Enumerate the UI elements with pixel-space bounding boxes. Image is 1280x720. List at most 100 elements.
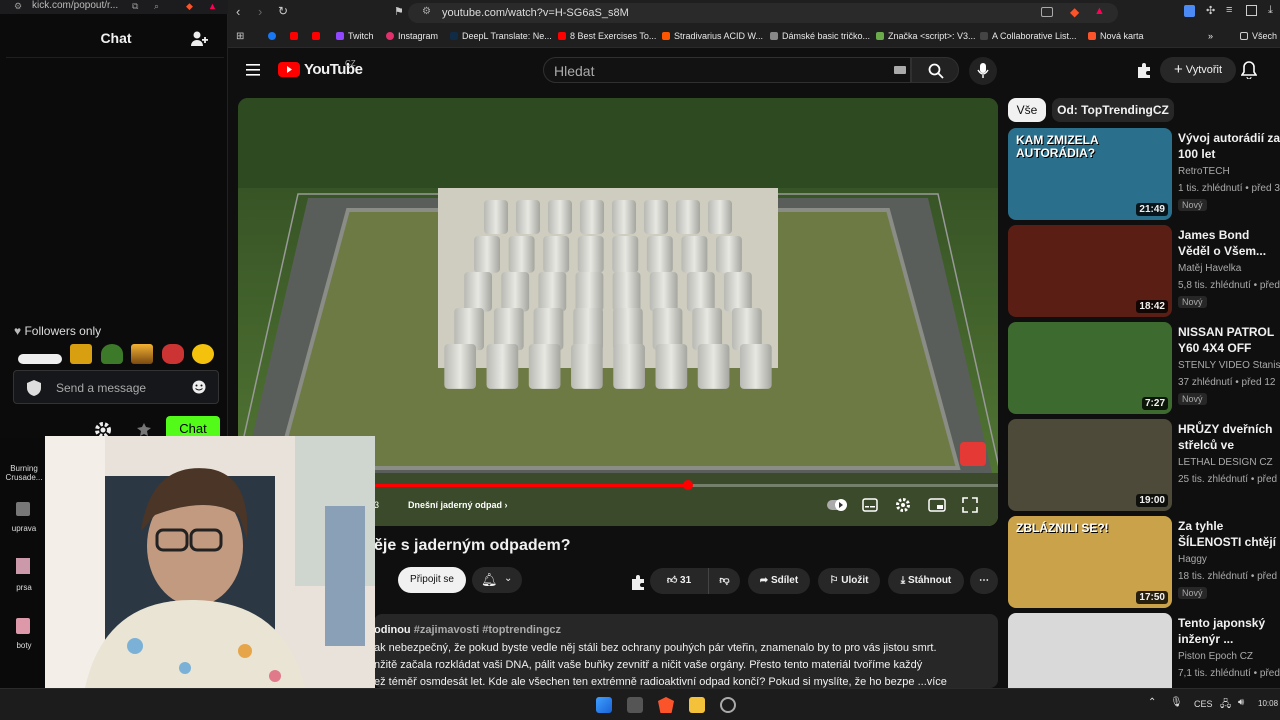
- desktop-file-icon[interactable]: [16, 618, 30, 634]
- like-button[interactable]: 👍︎ 31: [650, 568, 708, 594]
- site-info-icon[interactable]: ⚙: [422, 6, 431, 17]
- sidebar-icon[interactable]: [1246, 5, 1257, 16]
- recommendation-title[interactable]: Za tyhle ŠÍLENOSTI chtějí lidi peníze...…: [1178, 518, 1280, 550]
- emote-sunset[interactable]: [131, 344, 154, 364]
- bookmark-item[interactable]: Twitch: [336, 31, 374, 41]
- emote-turtle[interactable]: [100, 344, 123, 364]
- emote-dino[interactable]: [18, 354, 62, 364]
- obs-icon[interactable]: [720, 697, 736, 713]
- brave-shield-icon[interactable]: ◆: [1070, 5, 1079, 19]
- bookmark-youtube-icon[interactable]: [312, 31, 324, 41]
- brave-browser-icon[interactable]: [658, 697, 674, 713]
- desktop-icon-label[interactable]: boty: [2, 641, 46, 650]
- cast-icon[interactable]: [1041, 7, 1053, 17]
- back-icon[interactable]: ‹: [236, 4, 240, 19]
- apps-icon[interactable]: ⊞: [236, 31, 244, 42]
- chip-from-channel[interactable]: Od: TopTrendingCZ: [1052, 98, 1174, 122]
- recommendation-title[interactable]: Vývoj autorádií za 100 let: [1178, 130, 1280, 162]
- desktop-icon-label[interactable]: uprava: [2, 524, 46, 533]
- extension-puzzle-icon[interactable]: [1136, 62, 1152, 78]
- settings-icon[interactable]: [895, 497, 911, 513]
- emote-pixel[interactable]: [70, 344, 93, 364]
- extension-puzzle-icon[interactable]: [630, 574, 646, 590]
- progress-scrubber[interactable]: [682, 480, 693, 490]
- bookmark-item[interactable]: Značka <script>: V3...: [876, 31, 976, 41]
- recommendation-title[interactable]: HRŮZY dveřních střelců ve Vietnam: [1178, 421, 1280, 453]
- notifications-bell-icon[interactable]: [1241, 61, 1257, 79]
- join-button[interactable]: Připojit se: [398, 567, 466, 593]
- bookmark-item[interactable]: DeepL Translate: Ne...: [450, 31, 552, 41]
- bookmark-item[interactable]: 8 Best Exercises To...: [558, 31, 656, 41]
- video-thumbnail[interactable]: 18:42: [1008, 225, 1172, 317]
- start-icon[interactable]: [596, 697, 612, 713]
- warning-icon[interactable]: ▲: [208, 1, 217, 11]
- microphone-icon[interactable]: 🎙︎: [1170, 697, 1183, 708]
- bookmark-item[interactable]: Nová karta: [1088, 31, 1144, 41]
- emote-car[interactable]: [161, 344, 184, 364]
- channel-name[interactable]: RetroTECH: [1178, 166, 1230, 177]
- search-button[interactable]: [911, 57, 959, 83]
- emote-chick[interactable]: [192, 344, 215, 364]
- recommendation-card[interactable]: 19:00 HRŮZY dveřních střelců ve Vietnam LE…: [1008, 419, 1280, 511]
- youtube-logo-icon[interactable]: [278, 62, 300, 77]
- video-thumbnail[interactable]: KAM ZMIZELA AUTORÁDIA? 21:49: [1008, 128, 1172, 220]
- subtitles-icon[interactable]: [862, 498, 878, 512]
- task-view-icon[interactable]: [627, 697, 643, 713]
- bookmark-item[interactable]: Stradivarius ACID W...: [662, 31, 763, 41]
- tray-overflow-icon[interactable]: ⌃: [1148, 697, 1156, 708]
- all-bookmarks[interactable]: Všech: [1240, 31, 1277, 41]
- network-icon[interactable]: 🖧︎: [1220, 697, 1231, 714]
- chat-message-input[interactable]: Send a message: [13, 370, 219, 404]
- desktop-file-icon[interactable]: [16, 502, 30, 516]
- chip-all[interactable]: Vše: [1008, 98, 1046, 122]
- file-explorer-icon[interactable]: [689, 697, 705, 713]
- save-button[interactable]: ⚐ Uložit: [818, 568, 880, 594]
- video-thumbnail[interactable]: ZBLÁZNILI SE?! 17:50: [1008, 516, 1172, 608]
- volume-icon[interactable]: 🔊︎: [1238, 697, 1244, 708]
- bookmarks-overflow-icon[interactable]: »: [1208, 31, 1213, 41]
- downloads-icon[interactable]: ⤓: [1268, 4, 1273, 17]
- input-language[interactable]: CES: [1194, 699, 1213, 709]
- recommendation-title[interactable]: NISSAN PATROL Y60 4X4 OFF ROA...: [1178, 324, 1280, 356]
- reload-icon[interactable]: ↻: [278, 4, 288, 18]
- extension-icon[interactable]: [1184, 5, 1195, 17]
- autoplay-toggle-icon[interactable]: [826, 498, 848, 512]
- forward-icon[interactable]: ›: [258, 4, 262, 19]
- notification-settings-button[interactable]: 🔔︎ ⌄: [472, 567, 522, 593]
- desktop-icon-label[interactable]: prsa: [2, 583, 46, 592]
- bookmark-icon[interactable]: ⚑: [394, 5, 404, 18]
- channel-name[interactable]: LETHAL DESIGN CZ: [1178, 457, 1273, 468]
- zoom-icon[interactable]: ⌕: [154, 1, 159, 12]
- search-input[interactable]: Hledat: [543, 57, 911, 83]
- recommendation-title[interactable]: James Bond Věděl o Všem...: [1178, 227, 1280, 259]
- channel-name[interactable]: STENLY VIDEO Stanisl: [1178, 360, 1280, 371]
- extensions-icon[interactable]: ✣: [1206, 4, 1215, 17]
- settings-icon[interactable]: ⚙: [14, 1, 22, 12]
- more-actions-button[interactable]: ⋯: [970, 568, 998, 594]
- bookmark-youtube-icon[interactable]: [290, 31, 302, 41]
- copy-icon[interactable]: ⧉: [132, 1, 138, 12]
- address-bar[interactable]: ⚙ youtube.com/watch?v=H-SG6aS_s8M ◆ ▲: [408, 3, 1118, 23]
- video-description[interactable]: odinou #zajimavosti #toptrendingcz ak ne…: [374, 614, 998, 688]
- recommendation-card[interactable]: KAM ZMIZELA AUTORÁDIA? 21:49 Vývoj autorád…: [1008, 128, 1280, 220]
- dislike-button[interactable]: 👎︎: [708, 568, 740, 594]
- recommendation-title[interactable]: Tento japonský inženýr ...: [1178, 615, 1280, 647]
- download-button[interactable]: ⤓ Stáhnout: [888, 568, 964, 594]
- menu-icon[interactable]: ≡: [1226, 4, 1232, 16]
- miniplayer-icon[interactable]: [928, 498, 946, 512]
- channel-name[interactable]: Matěj Havelka: [1178, 263, 1241, 274]
- bookmark-item[interactable]: A Collaborative List...: [980, 31, 1077, 41]
- hamburger-menu-icon[interactable]: [246, 64, 260, 76]
- chapter-title[interactable]: Dnešní jaderný odpad ›: [408, 500, 508, 510]
- video-progress-bar[interactable]: [374, 480, 998, 490]
- recommendation-card[interactable]: 7:27 NISSAN PATROL Y60 4X4 OFF ROA... STEN…: [1008, 322, 1280, 414]
- create-button[interactable]: + Vytvořit: [1160, 57, 1236, 83]
- bookmark-item[interactable]: Dámské basic tričko...: [770, 31, 870, 41]
- channel-name[interactable]: Haggy: [1178, 554, 1207, 565]
- recommendation-card[interactable]: ZBLÁZNILI SE?! 17:50 Za tyhle ŠÍLENOSTI ch…: [1008, 516, 1280, 608]
- video-thumbnail[interactable]: 7:27: [1008, 322, 1172, 414]
- bookmark-item[interactable]: Instagram: [386, 31, 438, 41]
- bookmark-facebook-icon[interactable]: [268, 31, 280, 41]
- emoji-icon[interactable]: [192, 380, 206, 394]
- clock[interactable]: 10:08: [1258, 699, 1278, 708]
